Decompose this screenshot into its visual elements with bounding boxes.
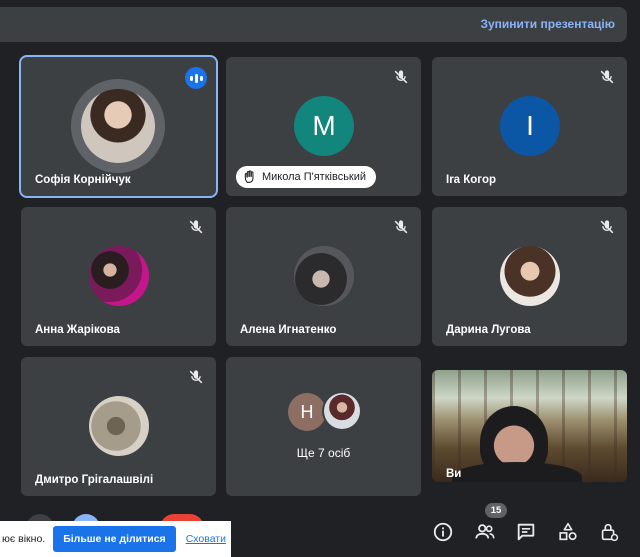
participant-tile[interactable]: Софія Корнійчук xyxy=(19,55,218,198)
participant-name-pill: Микола П'ятківський xyxy=(236,166,377,188)
avatar xyxy=(294,246,354,306)
avatar xyxy=(322,391,362,431)
stop-presenting-button[interactable]: Зупинити презентацію xyxy=(480,17,615,31)
share-toast-text: ює вікно. xyxy=(2,533,46,545)
mic-off-icon xyxy=(597,67,617,87)
participant-tile[interactable]: Дарина Лугова xyxy=(432,207,627,346)
avatar: H xyxy=(288,393,326,431)
participant-tile[interactable]: Дмитро Грігалашвілі xyxy=(21,357,216,496)
presentation-bar: Зупинити презентацію xyxy=(0,7,627,42)
avatar-letter: M xyxy=(312,110,336,141)
self-video-tile[interactable]: Ви xyxy=(432,370,627,482)
people-icon[interactable] xyxy=(474,521,496,543)
avatar: M xyxy=(294,96,354,156)
more-participants-label: Ще 7 осіб xyxy=(296,446,351,460)
share-toast: ює вікно. Більше не ділитися Сховати xyxy=(0,521,231,557)
participant-name: Анна Жарікова xyxy=(35,324,120,336)
avatar-letter: I xyxy=(526,110,534,141)
avatar xyxy=(81,89,155,163)
more-participants-tile[interactable]: H Ще 7 осіб xyxy=(226,357,421,496)
participant-tile[interactable]: Алена Игнатенко xyxy=(226,207,421,346)
info-icon[interactable] xyxy=(432,521,454,543)
mic-off-icon xyxy=(186,217,206,237)
participant-name: Софія Корнійчук xyxy=(35,174,131,186)
stop-sharing-button[interactable]: Більше не ділитися xyxy=(53,526,176,552)
avatar: I xyxy=(500,96,560,156)
avatar-letter: H xyxy=(300,401,314,422)
activities-icon[interactable] xyxy=(557,521,579,543)
participant-name: Ви xyxy=(446,468,462,480)
avatar xyxy=(89,246,149,306)
participant-name: Дарина Лугова xyxy=(446,324,531,336)
speaking-indicator-icon xyxy=(185,67,207,89)
avatar-ring xyxy=(71,79,165,173)
raised-hand-icon xyxy=(244,170,254,183)
mic-off-icon xyxy=(391,217,411,237)
host-controls-icon[interactable] xyxy=(598,521,620,543)
participant-name: Алена Игнатенко xyxy=(240,324,337,336)
participant-name: Микола П'ятківський xyxy=(262,171,367,183)
mic-off-icon xyxy=(186,367,206,387)
participant-tile[interactable]: M Микола П'ятківський xyxy=(226,57,421,196)
participants-count-badge: 15 xyxy=(485,503,507,518)
participant-name: Дмитро Грігалашвілі xyxy=(35,474,154,486)
hide-toast-link[interactable]: Сховати xyxy=(186,533,226,545)
chat-icon[interactable] xyxy=(515,521,537,543)
participant-tile[interactable]: Анна Жарікова xyxy=(21,207,216,346)
mic-off-icon xyxy=(597,217,617,237)
participant-name: Іra Когор xyxy=(446,174,496,186)
participant-tile[interactable]: I Іra Когор xyxy=(432,57,627,196)
mic-off-icon xyxy=(391,67,411,87)
avatar xyxy=(89,396,149,456)
avatar xyxy=(500,246,560,306)
